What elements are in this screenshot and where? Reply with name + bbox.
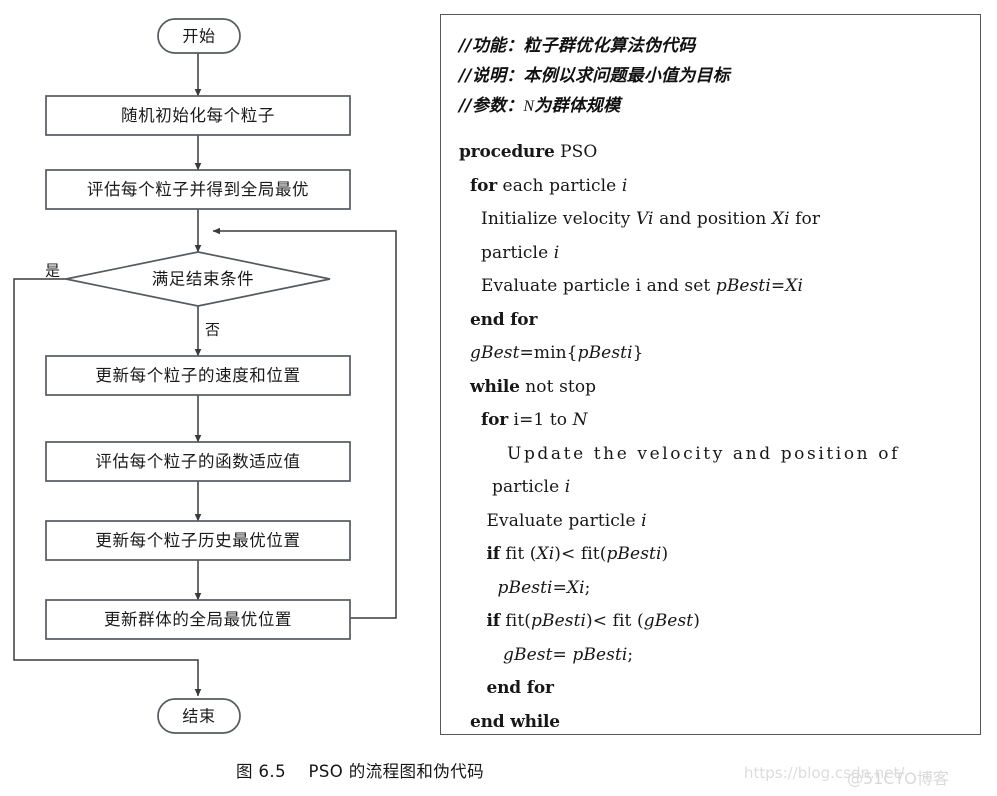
flow-node-step-1: 随机初始化每个粒子 [45,95,351,136]
pseudocode-line-17: end for [486,678,554,698]
pseudocode-line-18: end while [470,711,560,732]
pseudocode-line-6: end for [470,309,538,330]
pseudocode-comment-2: //说明：本例以求问题最小值为目标 [459,61,970,91]
flow-node-step-4: 评估每个粒子的函数适应值 [45,441,351,482]
pseudocode-line-5: Evaluate particle i and set pBesti=Xi [459,276,803,296]
pseudocode-comment-3: //参数：N为群体规模 [459,91,970,122]
flow-node-step-3-label: 更新每个粒子的速度和位置 [95,366,300,385]
pseudocode-panel: //功能：粒子群优化算法伪代码 //说明：本例以求问题最小值为目标 //参数：N… [440,14,981,735]
pseudocode-comment-2-text: 本例以求问题最小值为目标 [523,66,730,86]
branch-label-no: 否 [205,321,220,339]
flow-node-decision: 满足结束条件 [65,251,331,307]
pseudocode-line-11: particle i [459,477,571,497]
pseudocode-comment-3-var: N [523,98,535,115]
flow-node-step-2: 评估每个粒子并得到全局最优 [45,169,351,210]
flow-node-step-6-label: 更新群体的全局最优位置 [104,610,292,629]
flow-node-decision-label: 满足结束条件 [152,270,255,289]
pseudocode-comment-1-text: 粒子群优化算法伪代码 [523,36,696,56]
flow-node-step-6: 更新群体的全局最优位置 [45,599,351,640]
flow-node-step-4-label: 评估每个粒子的函数适应值 [95,452,300,471]
pseudocode-line-16: gBest= pBesti; [503,644,634,665]
pseudocode-comment-1: //功能：粒子群优化算法伪代码 [459,31,970,61]
pseudocode-line-1: procedure PSO [459,142,598,162]
pseudocode-line-9: for i=1 to N [481,410,588,430]
flow-node-step-1-label: 随机初始化每个粒子 [121,106,275,125]
pseudocode-body: procedure PSO for each particle i Initia… [459,136,970,734]
watermark: https://blog.csdn.net/ @51CTO博客 [744,764,997,790]
flow-node-step-5: 更新每个粒子历史最优位置 [45,520,351,561]
branch-label-yes: 是 [45,262,60,280]
pseudocode-line-2: for each particle i [470,175,628,196]
flowchart-diagram: 开始 随机初始化每个粒子 评估每个粒子并得到全局最优 满足结束条件 是 否 更新… [0,0,430,750]
pseudocode-line-12: Evaluate particle i [459,510,647,531]
pseudocode-line-10: Update the velocity and position of [459,443,900,464]
pseudocode-line-13: if fit (Xi)< fit(pBesti) [486,544,669,564]
pseudocode-comment-3-text: 为群体规模 [534,96,621,116]
flow-node-step-5-label: 更新每个粒子历史最优位置 [95,531,300,550]
pseudocode-line-3: Initialize velocity Vi and position Xi f… [459,209,821,229]
pseudocode-line-15: if fit(pBesti)< fit (gBest) [486,611,700,631]
pseudocode-comment-1-prefix: //功能： [459,36,524,56]
figure-caption: 图 6.5 PSO 的流程图和伪代码 [235,762,485,781]
pseudocode-line-8: while not stop [470,376,597,397]
pseudocode-line-4: particle i [459,242,560,263]
watermark-user: @51CTO博客 [847,769,949,788]
pseudocode-comment-3-prefix: //参数： [459,96,524,116]
pseudocode-line-14: pBesti=Xi; [497,577,591,598]
flow-node-step-2-label: 评估每个粒子并得到全局最优 [87,180,309,199]
flow-node-end: 结束 [157,698,241,734]
flow-node-end-label: 结束 [182,707,215,726]
pseudocode-comment-2-prefix: //说明： [459,66,524,86]
pseudocode-line-7: gBest=min{pBesti} [470,343,644,363]
flow-node-step-3: 更新每个粒子的速度和位置 [45,355,351,396]
figure-pso-flowchart-and-pseudocode: 开始 随机初始化每个粒子 评估每个粒子并得到全局最优 满足结束条件 是 否 更新… [0,0,997,796]
flow-node-start-label: 开始 [182,27,215,46]
flow-node-start: 开始 [157,18,241,54]
